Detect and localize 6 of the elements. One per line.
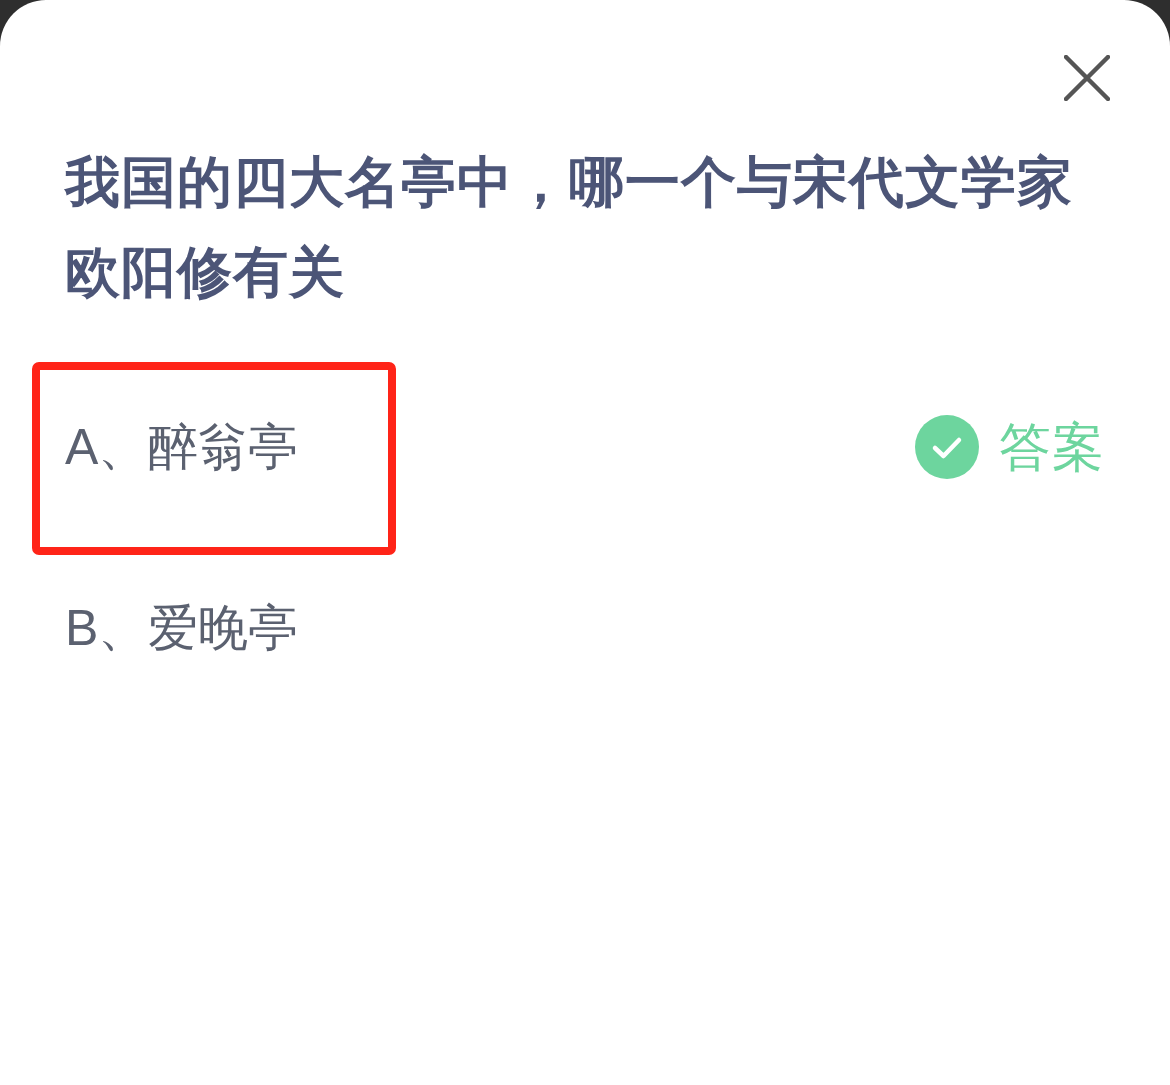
close-icon [1064, 55, 1110, 101]
option-text[interactable]: B、爱晚亭 [65, 599, 299, 657]
close-button[interactable] [1064, 55, 1110, 101]
question-text: 我国的四大名亭中，哪一个与宋代文学家欧阳修有关 [65, 150, 1074, 305]
option-text[interactable]: A、醉翁亭 [65, 418, 388, 476]
answer-label: 答案 [999, 417, 1105, 478]
